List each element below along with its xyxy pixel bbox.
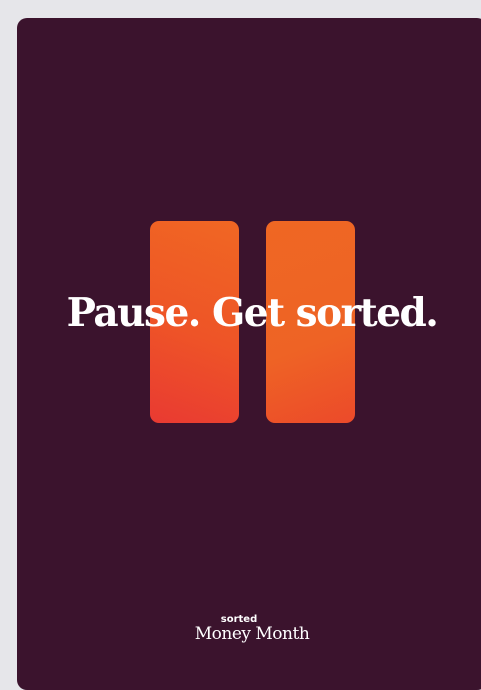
- headline: Pause. Get sorted.: [66, 290, 439, 336]
- brand-logo: sorted Money Month: [17, 615, 481, 644]
- brand-logo-large-text: Money Month: [194, 624, 310, 644]
- poster: Pause. Get sorted. sorted Money Month: [17, 18, 481, 690]
